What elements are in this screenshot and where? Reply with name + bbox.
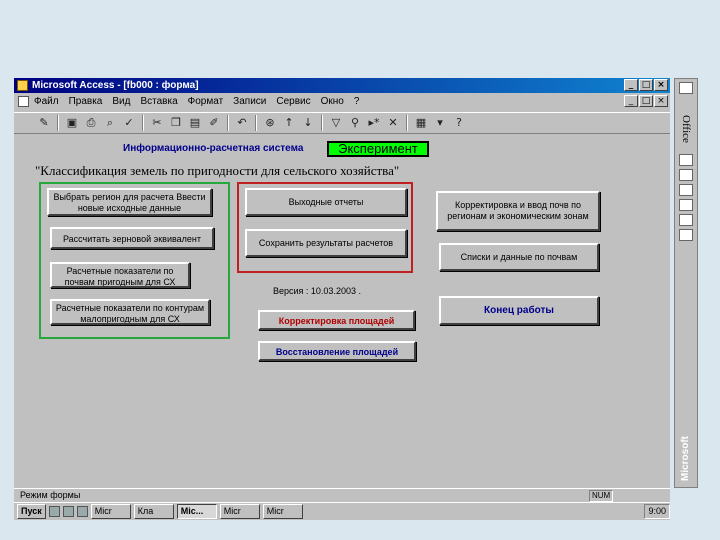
status-text: Режим формы [20,490,81,500]
menu-window[interactable]: Окно [321,96,344,107]
spelling-icon[interactable]: ✓ [121,115,137,131]
office-shortcut-icon[interactable] [679,82,693,94]
quicklaunch-icon[interactable] [48,506,60,517]
copy-icon[interactable]: ❐ [168,115,184,131]
filter-icon[interactable]: ▽ [328,115,344,131]
sort-asc-icon[interactable]: ↑ [281,115,297,131]
access-app-icon [17,80,28,91]
menu-bar: Файл Правка Вид Вставка Формат Записи Се… [14,94,670,109]
taskbar: Пуск Micr Кла Mic... Micr Micr 9:00 [14,502,670,520]
menu-help[interactable]: ? [354,96,360,107]
microsoft-label: Microsoft [680,436,691,481]
toolbar-separator [57,115,59,131]
contour-indicators-button[interactable]: Расчетные показатели по контурам малопри… [50,299,210,325]
toolbar-separator [406,115,408,131]
new-object-icon[interactable]: ▾ [432,115,448,131]
taskbar-item[interactable]: Кла [133,504,174,519]
cut-icon[interactable]: ✂ [149,115,165,131]
office-shortcut-icon[interactable] [679,229,693,241]
taskbar-item[interactable]: Micr [219,504,260,519]
choose-region-button[interactable]: Выбрать регион для расчета Ввести новые … [47,188,212,216]
undo-icon[interactable]: ↶ [234,115,250,131]
print-icon[interactable]: ⎙ [83,115,99,131]
sort-desc-icon[interactable]: ↓ [300,115,316,131]
delete-record-icon[interactable]: ✕ [385,115,401,131]
num-lock-indicator: NUM [589,490,613,502]
system-subtitle: Информационно-расчетная система [123,143,304,154]
taskbar-item[interactable]: Micr [262,504,303,519]
menu-file[interactable]: Файл [34,96,59,107]
main-form: Информационно-расчетная система Эксперим… [16,136,668,486]
new-record-icon[interactable]: ▸* [366,115,382,131]
taskbar-item[interactable]: Micr [90,504,131,519]
toolbar-separator [142,115,144,131]
menu-format[interactable]: Формат [188,96,224,107]
title-bar: Microsoft Access - [fb000 : форма] _ □ × [14,78,670,93]
experiment-badge: Эксперимент [327,141,429,157]
menu-insert[interactable]: Вставка [140,96,177,107]
soil-lists-button[interactable]: Списки и данные по почвам [439,243,599,271]
exit-button[interactable]: Конец работы [439,296,599,325]
save-results-button[interactable]: Сохранить результаты расчетов [245,229,407,257]
calc-grain-equivalent-button[interactable]: Рассчитать зерновой эквивалент [50,227,214,249]
desktop-screen: Microsoft Access - [fb000 : форма] _ □ ×… [14,78,670,520]
maximize-button[interactable]: □ [639,79,653,91]
quicklaunch-icon[interactable] [62,506,74,517]
preview-icon[interactable]: ⌕ [102,115,118,131]
database-window-icon[interactable]: ▦ [413,115,429,131]
quicklaunch-icon[interactable] [76,506,88,517]
version-label: Версия : 10.03.2003 . [273,286,361,296]
toolbar-separator [227,115,229,131]
office-shortcut-icon[interactable] [679,184,693,196]
office-shortcut-icon[interactable] [679,154,693,166]
help-icon[interactable]: ? [451,115,467,131]
hyperlink-icon[interactable]: ⊛ [262,115,278,131]
form-heading: "Классификация земель по пригодности для… [35,163,400,178]
office-bar-label: Office [680,115,692,143]
doc-minimize-button[interactable]: _ [624,95,638,107]
correct-soils-button[interactable]: Корректировка и ввод почв по регионам и … [436,191,600,231]
window-controls: _ □ × [624,79,668,91]
status-bar: Режим формы NUM [14,488,670,502]
system-clock: 9:00 [644,504,670,519]
minimize-button[interactable]: _ [624,79,638,91]
save-icon[interactable]: ▣ [64,115,80,131]
office-shortcut-icon[interactable] [679,199,693,211]
start-button[interactable]: Пуск [17,504,46,519]
soil-indicators-button[interactable]: Расчетные показатели по почвам пригодным… [50,262,190,288]
restore-areas-button[interactable]: Восстановление площадей [258,341,416,361]
form-menu-icon[interactable] [18,96,29,107]
menu-view[interactable]: Вид [112,96,130,107]
paste-icon[interactable]: ▤ [187,115,203,131]
doc-restore-button[interactable]: □ [639,95,653,107]
close-button[interactable]: × [654,79,668,91]
format-painter-icon[interactable]: ✐ [206,115,222,131]
design-icon[interactable]: ✎ [36,115,52,131]
office-shortcut-icon[interactable] [679,169,693,181]
menu-edit[interactable]: Правка [69,96,103,107]
menu-tools[interactable]: Сервис [276,96,310,107]
document-controls: _ □ × [624,95,668,107]
find-icon[interactable]: ⚲ [347,115,363,131]
menu-records[interactable]: Записи [233,96,266,107]
toolbar-separator [321,115,323,131]
correct-areas-button[interactable]: Корректировка площадей [258,310,415,330]
window-title: Microsoft Access - [fb000 : форма] [32,80,199,91]
toolbar-separator [255,115,257,131]
taskbar-item-active[interactable]: Mic... [176,504,217,519]
toolbar: ✎ ▣ ⎙ ⌕ ✓ ✂ ❐ ▤ ✐ ↶ ⊛ ↑ ↓ ▽ ⚲ ▸* ✕ ▦ ▾ ? [14,112,670,134]
office-shortcut-icon[interactable] [679,214,693,226]
output-reports-button[interactable]: Выходные отчеты [245,188,407,216]
doc-close-button[interactable]: × [654,95,668,107]
